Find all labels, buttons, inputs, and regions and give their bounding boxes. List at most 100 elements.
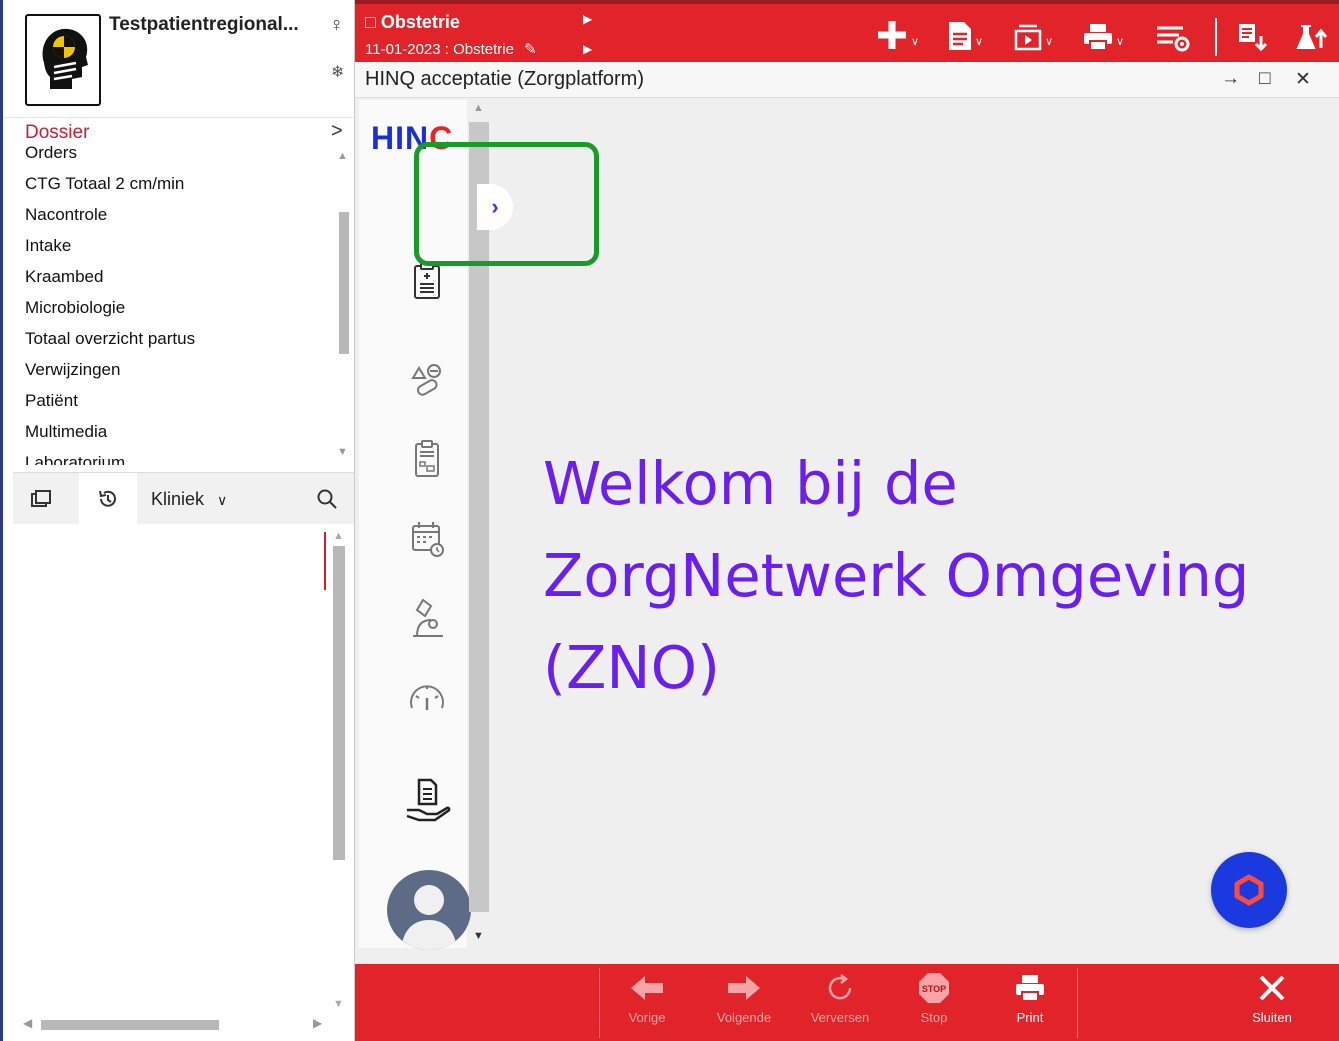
context-title[interactable]: □ Obstetrie (365, 12, 460, 33)
add-button[interactable]: ∨ (875, 18, 919, 52)
nav-item-kraambed[interactable]: Kraambed (25, 267, 103, 287)
dossier-chevron-right-icon[interactable]: > (331, 120, 343, 143)
welcome-heading: Welkom bij de ZorgNetwerk Omgeving (ZNO) (543, 438, 1303, 714)
settings-button[interactable] (1155, 18, 1191, 52)
nav-item-patient[interactable]: Patiënt (25, 391, 78, 411)
nav-item-intake[interactable]: Intake (25, 236, 71, 256)
folder-icon: □ (365, 12, 376, 32)
microscope-icon[interactable] (403, 594, 451, 642)
dossier-nav-list: Orders CTG Totaal 2 cm/min Nacontrole In… (3, 143, 354, 465)
history-scrollbar[interactable]: ▲ ▼ (333, 530, 347, 1020)
gauge-icon[interactable] (403, 674, 451, 722)
nav-item-partus[interactable]: Totaal overzicht partus (25, 329, 195, 349)
kliniek-dropdown[interactable]: Kliniek ∨ (151, 489, 227, 510)
crash-test-head-icon (42, 28, 88, 89)
horizontal-scrollbar[interactable]: ◀ ▶ (21, 1016, 331, 1036)
nav-item-verwijzingen[interactable]: Verwijzingen (25, 360, 120, 380)
popout-arrow-icon[interactable]: → (1221, 68, 1240, 90)
welcome-line-1: Welkom bij de (543, 449, 958, 518)
scroll-left-arrow-icon[interactable]: ◀ (23, 1016, 32, 1030)
maximize-icon[interactable]: □ (1259, 68, 1270, 90)
document-icon (949, 22, 971, 50)
window-titlebar: HINQ acceptatie (Zorgplatform) → □ ✕ (355, 62, 1339, 98)
scroll-right-arrow-icon[interactable]: ▶ (313, 1016, 322, 1030)
search-icon (317, 489, 337, 509)
print-menu-button[interactable]: ∨ (1082, 18, 1124, 52)
nav-item-orders[interactable]: Orders (25, 143, 77, 163)
media-icon (1014, 24, 1042, 51)
context-toolbar: □ Obstetrie ▶ 11-01-2023 : Obstetrie ✎ ▶… (355, 0, 1339, 62)
patient-avatar[interactable] (25, 14, 101, 106)
close-icon[interactable]: ✕ (1295, 68, 1311, 91)
highlight-box (414, 142, 599, 266)
scrollbar-thumb[interactable] (41, 1020, 219, 1030)
female-gender-icon: ♀ (329, 14, 344, 36)
scrollbar-thumb[interactable] (333, 546, 345, 860)
print-button[interactable]: Print (990, 970, 1070, 1034)
context-arrow-icon[interactable]: ▶ (583, 42, 592, 56)
scroll-down-arrow-icon[interactable]: ▼ (337, 446, 348, 458)
scrollbar-thumb[interactable] (339, 212, 349, 354)
plus-icon (878, 21, 906, 49)
windows-button[interactable] (13, 473, 69, 525)
app-window: Testpatientregional... ♀ ❄ Dossier > Ord… (0, 0, 1339, 1041)
welcome-line-3: (ZNO) (543, 633, 721, 702)
hinq-content: HINC ▲ ▼ › Welkom bij de ZorgNetwerk Omg… (355, 98, 1339, 964)
hinq-assistant-button[interactable] (1211, 852, 1287, 928)
navigation-footer: Vorige Volgende Verversen STOP Stop Prin… (355, 964, 1339, 1041)
close-label: Sluiten (1252, 1010, 1292, 1025)
scroll-up-arrow-icon[interactable]: ▲ (333, 530, 344, 542)
context-title-text: Obstetrie (380, 12, 460, 32)
context-subtitle-text: 11-01-2023 : Obstetrie (365, 41, 514, 58)
patient-header: Testpatientregional... ♀ ❄ (3, 0, 354, 118)
next-button[interactable]: Volgende (704, 970, 784, 1034)
nav-item-multimedia[interactable]: Multimedia (25, 422, 107, 442)
media-button[interactable]: ∨ (1013, 18, 1053, 52)
sidebar-scroll-down-icon[interactable]: ▼ (473, 930, 484, 942)
document-hand-icon[interactable] (403, 776, 451, 824)
left-panel: Testpatientregional... ♀ ❄ Dossier > Ord… (0, 0, 354, 1041)
arrow-right-icon (728, 976, 760, 1000)
selection-indicator (324, 532, 326, 590)
nav-item-nacontrole[interactable]: Nacontrole (25, 205, 107, 225)
footer-divider (599, 968, 600, 1038)
list-download-button[interactable] (1237, 18, 1267, 52)
refresh-button[interactable]: Verversen (800, 970, 880, 1034)
toolbar-divider (1215, 18, 1217, 56)
close-button[interactable]: Sluiten (1232, 970, 1312, 1034)
lab-button[interactable] (1295, 18, 1329, 52)
print-label: Print (1016, 1010, 1044, 1025)
search-button[interactable] (305, 473, 349, 525)
close-x-icon (1259, 975, 1285, 1001)
previous-button[interactable]: Vorige (607, 970, 687, 1034)
history-button[interactable] (79, 473, 137, 525)
next-label: Volgende (716, 1010, 772, 1025)
user-silhouette-icon (401, 885, 457, 950)
calendar-clock-icon[interactable] (403, 516, 451, 564)
nav-item-ctg[interactable]: CTG Totaal 2 cm/min (25, 174, 184, 194)
context-subtitle[interactable]: 11-01-2023 : Obstetrie ✎ (365, 40, 537, 58)
caret-down-icon: ∨ (911, 36, 920, 48)
nav-item-laboratorium[interactable]: Laboratorium (25, 453, 125, 465)
dossier-heading[interactable]: Dossier (25, 122, 89, 144)
caret-down-icon: ∨ (1045, 36, 1054, 48)
context-arrow-icon[interactable]: ▶ (583, 12, 592, 26)
chevron-down-icon: ∨ (217, 492, 228, 508)
nav-item-microbiologie[interactable]: Microbiologie (25, 298, 125, 318)
stop-button[interactable]: STOP Stop (894, 970, 974, 1034)
sidebar-scroll-up-icon[interactable]: ▲ (473, 102, 484, 114)
caret-down-icon: ∨ (1116, 36, 1125, 48)
windows-icon (31, 490, 51, 507)
document-button[interactable]: ∨ (947, 18, 983, 52)
dossier-scrollbar[interactable]: ▲ ▼ (337, 150, 351, 465)
scroll-down-arrow-icon[interactable]: ▼ (333, 998, 344, 1010)
scroll-up-arrow-icon[interactable]: ▲ (337, 150, 348, 162)
pencil-icon[interactable]: ✎ (524, 41, 537, 58)
clipboard-chart-icon[interactable] (403, 436, 451, 484)
caret-down-icon: ∨ (975, 36, 984, 48)
patient-name[interactable]: Testpatientregional... (109, 14, 299, 36)
medication-shapes-icon[interactable] (403, 356, 451, 404)
welcome-line-2: ZorgNetwerk Omgeving (543, 541, 1250, 610)
user-avatar[interactable] (387, 870, 471, 950)
flask-upload-icon (1296, 25, 1328, 49)
